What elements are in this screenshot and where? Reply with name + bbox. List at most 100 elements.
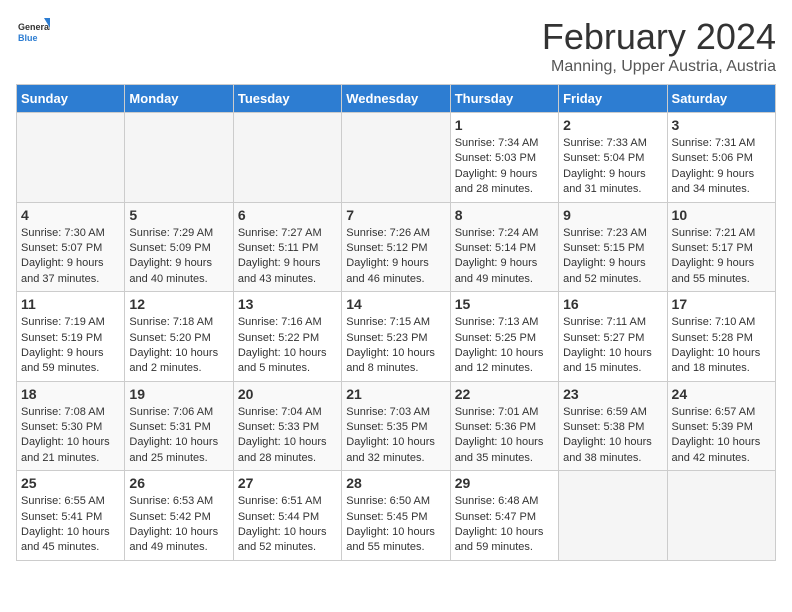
calendar-table: Sunday Monday Tuesday Wednesday Thursday… xyxy=(16,84,776,561)
table-row xyxy=(125,113,233,203)
table-row: 18 Sunrise: 7:08 AMSunset: 5:30 PMDayligh… xyxy=(17,381,125,471)
table-row: 16 Sunrise: 7:11 AMSunset: 5:27 PMDayligh… xyxy=(559,292,667,382)
day-number: 7 xyxy=(346,207,445,223)
table-row: 14 Sunrise: 7:15 AMSunset: 5:23 PMDayligh… xyxy=(342,292,450,382)
table-row: 26 Sunrise: 6:53 AMSunset: 5:42 PMDayligh… xyxy=(125,471,233,561)
day-number: 18 xyxy=(21,386,120,402)
day-detail: Sunrise: 7:18 AMSunset: 5:20 PMDaylight:… xyxy=(129,315,228,377)
day-detail: Sunrise: 7:34 AMSunset: 5:03 PMDaylight:… xyxy=(455,136,554,198)
table-row: 21Sunrise: 7:03 AMSunset: 5:35 PMDayligh… xyxy=(342,381,450,471)
table-row: 6 Sunrise: 7:27 AMSunset: 5:11 PMDaylight… xyxy=(233,202,341,292)
day-detail: Sunrise: 7:33 AMSunset: 5:04 PMDaylight:… xyxy=(563,136,662,198)
table-row: 5Sunrise: 7:29 AMSunset: 5:09 PMDaylight… xyxy=(125,202,233,292)
table-row: 28 Sunrise: 6:50 AMSunset: 5:45 PMDayligh… xyxy=(342,471,450,561)
day-detail: Sunrise: 6:53 AMSunset: 5:42 PMDaylight:… xyxy=(129,494,228,556)
calendar-week-row: 18 Sunrise: 7:08 AMSunset: 5:30 PMDayligh… xyxy=(17,381,776,471)
day-detail: Sunrise: 7:06 AMSunset: 5:31 PMDaylight:… xyxy=(129,405,228,467)
day-detail: Sunrise: 7:11 AMSunset: 5:27 PMDaylight:… xyxy=(563,315,662,377)
table-row: 8 Sunrise: 7:24 AMSunset: 5:14 PMDaylight… xyxy=(450,202,558,292)
table-row: 29Sunrise: 6:48 AMSunset: 5:47 PMDayligh… xyxy=(450,471,558,561)
day-number: 25 xyxy=(21,475,120,491)
table-row xyxy=(342,113,450,203)
day-detail: Sunrise: 7:29 AMSunset: 5:09 PMDaylight:… xyxy=(129,226,228,288)
day-detail: Sunrise: 6:57 AMSunset: 5:39 PMDaylight:… xyxy=(672,405,771,467)
day-number: 10 xyxy=(672,207,771,223)
day-detail: Sunrise: 7:13 AMSunset: 5:25 PMDaylight:… xyxy=(455,315,554,377)
day-detail: Sunrise: 7:24 AMSunset: 5:14 PMDaylight:… xyxy=(455,226,554,288)
day-number: 8 xyxy=(455,207,554,223)
day-number: 21 xyxy=(346,386,445,402)
day-detail: Sunrise: 7:30 AMSunset: 5:07 PMDaylight:… xyxy=(21,226,120,288)
day-detail: Sunrise: 7:08 AMSunset: 5:30 PMDaylight:… xyxy=(21,405,120,467)
day-detail: Sunrise: 7:01 AMSunset: 5:36 PMDaylight:… xyxy=(455,405,554,467)
col-thursday: Thursday xyxy=(450,85,558,113)
day-detail: Sunrise: 7:31 AMSunset: 5:06 PMDaylight:… xyxy=(672,136,771,198)
day-number: 22 xyxy=(455,386,554,402)
table-row: 22 Sunrise: 7:01 AMSunset: 5:36 PMDayligh… xyxy=(450,381,558,471)
table-row: 11 Sunrise: 7:19 AMSunset: 5:19 PMDayligh… xyxy=(17,292,125,382)
table-row: 7Sunrise: 7:26 AMSunset: 5:12 PMDaylight… xyxy=(342,202,450,292)
day-detail: Sunrise: 6:55 AMSunset: 5:41 PMDaylight:… xyxy=(21,494,120,556)
table-row: 17Sunrise: 7:10 AMSunset: 5:28 PMDayligh… xyxy=(667,292,775,382)
col-friday: Friday xyxy=(559,85,667,113)
table-row: 1 Sunrise: 7:34 AMSunset: 5:03 PMDaylight… xyxy=(450,113,558,203)
col-sunday: Sunday xyxy=(17,85,125,113)
day-number: 26 xyxy=(129,475,228,491)
day-number: 28 xyxy=(346,475,445,491)
calendar-week-row: 1 Sunrise: 7:34 AMSunset: 5:03 PMDaylight… xyxy=(17,113,776,203)
day-detail: Sunrise: 7:19 AMSunset: 5:19 PMDaylight:… xyxy=(21,315,120,377)
day-detail: Sunrise: 7:04 AMSunset: 5:33 PMDaylight:… xyxy=(238,405,337,467)
day-detail: Sunrise: 7:27 AMSunset: 5:11 PMDaylight:… xyxy=(238,226,337,288)
calendar-week-row: 25 Sunrise: 6:55 AMSunset: 5:41 PMDayligh… xyxy=(17,471,776,561)
day-detail: Sunrise: 6:48 AMSunset: 5:47 PMDaylight:… xyxy=(455,494,554,556)
day-number: 1 xyxy=(455,117,554,133)
day-number: 27 xyxy=(238,475,337,491)
day-number: 11 xyxy=(21,296,120,312)
location-subtitle: Manning, Upper Austria, Austria xyxy=(542,58,776,76)
table-row: 4 Sunrise: 7:30 AMSunset: 5:07 PMDaylight… xyxy=(17,202,125,292)
calendar-header-row: Sunday Monday Tuesday Wednesday Thursday… xyxy=(17,85,776,113)
day-number: 12 xyxy=(129,296,228,312)
table-row xyxy=(559,471,667,561)
day-number: 3 xyxy=(672,117,771,133)
logo: General Blue xyxy=(16,16,50,50)
col-monday: Monday xyxy=(125,85,233,113)
day-detail: Sunrise: 7:10 AMSunset: 5:28 PMDaylight:… xyxy=(672,315,771,377)
day-detail: Sunrise: 6:59 AMSunset: 5:38 PMDaylight:… xyxy=(563,405,662,467)
table-row: 23Sunrise: 6:59 AMSunset: 5:38 PMDayligh… xyxy=(559,381,667,471)
title-area: February 2024 Manning, Upper Austria, Au… xyxy=(542,16,776,76)
day-number: 15 xyxy=(455,296,554,312)
day-detail: Sunrise: 6:50 AMSunset: 5:45 PMDaylight:… xyxy=(346,494,445,556)
table-row: 19Sunrise: 7:06 AMSunset: 5:31 PMDayligh… xyxy=(125,381,233,471)
logo-icon: General Blue xyxy=(16,16,50,50)
table-row xyxy=(17,113,125,203)
col-wednesday: Wednesday xyxy=(342,85,450,113)
page-header: General Blue February 2024 Manning, Uppe… xyxy=(16,16,776,76)
day-number: 14 xyxy=(346,296,445,312)
table-row: 24Sunrise: 6:57 AMSunset: 5:39 PMDayligh… xyxy=(667,381,775,471)
day-number: 6 xyxy=(238,207,337,223)
day-detail: Sunrise: 7:16 AMSunset: 5:22 PMDaylight:… xyxy=(238,315,337,377)
table-row: 13 Sunrise: 7:16 AMSunset: 5:22 PMDayligh… xyxy=(233,292,341,382)
day-number: 16 xyxy=(563,296,662,312)
day-detail: Sunrise: 7:21 AMSunset: 5:17 PMDaylight:… xyxy=(672,226,771,288)
table-row: 25 Sunrise: 6:55 AMSunset: 5:41 PMDayligh… xyxy=(17,471,125,561)
day-detail: Sunrise: 6:51 AMSunset: 5:44 PMDaylight:… xyxy=(238,494,337,556)
day-number: 2 xyxy=(563,117,662,133)
svg-text:General: General xyxy=(18,22,50,32)
day-detail: Sunrise: 7:15 AMSunset: 5:23 PMDaylight:… xyxy=(346,315,445,377)
table-row: 15 Sunrise: 7:13 AMSunset: 5:25 PMDayligh… xyxy=(450,292,558,382)
table-row: 2 Sunrise: 7:33 AMSunset: 5:04 PMDaylight… xyxy=(559,113,667,203)
day-number: 9 xyxy=(563,207,662,223)
calendar-week-row: 4 Sunrise: 7:30 AMSunset: 5:07 PMDaylight… xyxy=(17,202,776,292)
table-row: 20 Sunrise: 7:04 AMSunset: 5:33 PMDayligh… xyxy=(233,381,341,471)
table-row: 3 Sunrise: 7:31 AMSunset: 5:06 PMDaylight… xyxy=(667,113,775,203)
day-number: 20 xyxy=(238,386,337,402)
month-title: February 2024 xyxy=(542,16,776,58)
col-saturday: Saturday xyxy=(667,85,775,113)
table-row: 10 Sunrise: 7:21 AMSunset: 5:17 PMDayligh… xyxy=(667,202,775,292)
day-number: 4 xyxy=(21,207,120,223)
day-number: 13 xyxy=(238,296,337,312)
table-row: 9Sunrise: 7:23 AMSunset: 5:15 PMDaylight… xyxy=(559,202,667,292)
table-row xyxy=(233,113,341,203)
